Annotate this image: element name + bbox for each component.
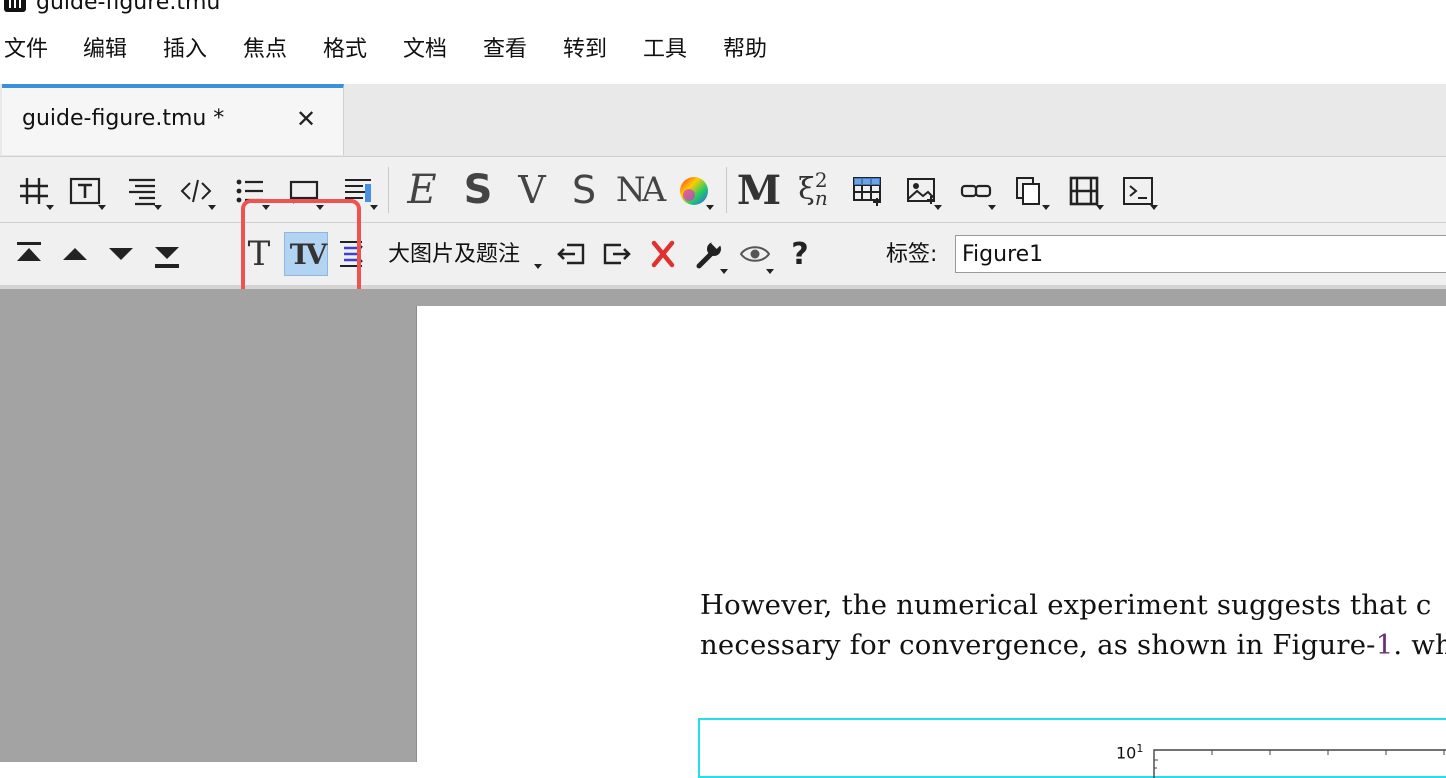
source-code-icon[interactable]	[176, 171, 216, 211]
text-T-icon[interactable]: T	[240, 233, 278, 275]
canvas-margin-top	[416, 289, 1446, 306]
M-icon[interactable]: M	[736, 167, 782, 214]
document-page[interactable]: However, the numerical experiment sugges…	[416, 306, 1446, 778]
table-icon[interactable]	[14, 171, 54, 211]
tag-input[interactable]	[955, 235, 1446, 273]
S-icon[interactable]: S	[562, 167, 606, 213]
figure-container[interactable]: 101	[698, 718, 1446, 778]
tab-document[interactable]: guide-figure.tmu * ✕	[2, 84, 344, 155]
help-icon[interactable]: ?	[782, 233, 818, 275]
color-wheel-icon[interactable]	[674, 171, 714, 211]
menu-go[interactable]: 转到	[563, 36, 607, 64]
tab-label: guide-figure.tmu *	[22, 106, 225, 131]
canvas-margin	[0, 289, 416, 762]
figure-mode-dropdown[interactable]: 大图片及题注	[388, 241, 520, 269]
line2-text: necessary for convergence, as shown in F…	[700, 629, 1376, 661]
menu-bar: 文件 编辑 插入 焦点 格式 文档 查看 转到 工具 帮助	[0, 20, 1446, 84]
figure-toolbar: T TV 大图片及题注 ? 标签:	[0, 223, 1446, 285]
plot-ytick-label: 101	[1116, 740, 1143, 762]
sans-S-icon[interactable]: S	[456, 167, 500, 213]
speech-bubble-icon[interactable]	[284, 171, 324, 211]
arrow-left-box-icon[interactable]	[552, 235, 590, 273]
menu-view[interactable]: 查看	[483, 36, 527, 64]
emphasis-E-icon[interactable]: E	[400, 167, 444, 213]
text-TV-icon[interactable]: TV	[284, 232, 328, 276]
wrench-icon[interactable]	[690, 235, 728, 274]
align-icon[interactable]	[122, 171, 162, 211]
tab-bar: guide-figure.tmu * ✕	[0, 84, 1446, 157]
menu-document[interactable]: 文档	[403, 36, 447, 64]
line2-tail: . wh	[1393, 629, 1446, 661]
app-icon	[4, 0, 26, 12]
text-stack-icon[interactable]	[332, 235, 370, 273]
terminal-icon[interactable]	[1118, 171, 1158, 211]
menu-file[interactable]: 文件	[4, 36, 48, 64]
title-bar: guide-figure.tmu	[0, 0, 1446, 20]
ytick-base: 10	[1116, 743, 1137, 763]
section-list-icon[interactable]	[338, 171, 378, 211]
close-icon[interactable]: ✕	[296, 105, 316, 133]
menu-focus[interactable]: 焦点	[243, 36, 287, 64]
list-icon[interactable]	[230, 171, 270, 211]
text-field-icon[interactable]	[66, 171, 106, 211]
tag-label: 标签:	[886, 242, 938, 267]
move-down-icon[interactable]	[102, 235, 140, 273]
figure-reference[interactable]: 1	[1376, 629, 1394, 661]
arrow-right-box-icon[interactable]	[598, 235, 636, 273]
NA-icon[interactable]: NA	[614, 167, 666, 213]
xi-sub: n	[814, 186, 828, 210]
xi-subscript-icon[interactable]: ξ2n	[790, 165, 836, 213]
V-icon[interactable]: V	[510, 167, 554, 213]
film-icon[interactable]	[1064, 171, 1104, 211]
move-bottom-icon[interactable]	[148, 235, 186, 275]
paragraph-line-1: However, the numerical experiment sugges…	[700, 589, 1432, 621]
move-up-icon[interactable]	[56, 235, 94, 273]
menu-tools[interactable]: 工具	[643, 36, 687, 64]
xi-label: ξ	[798, 171, 815, 207]
move-top-icon[interactable]	[10, 235, 48, 273]
copy-icon[interactable]	[1010, 171, 1050, 211]
paragraph-line-2: necessary for convergence, as shown in F…	[700, 628, 1446, 662]
ytick-exp: 1	[1136, 742, 1144, 755]
menu-edit[interactable]: 编辑	[83, 36, 127, 64]
menu-format[interactable]: 格式	[323, 36, 367, 64]
grid-plus-icon[interactable]	[848, 171, 888, 211]
delete-x-icon[interactable]	[644, 235, 682, 273]
main-toolbar: E S V S NA M ξ2n	[0, 157, 1446, 223]
image-plus-icon[interactable]	[902, 171, 942, 211]
menu-help[interactable]: 帮助	[723, 36, 767, 64]
menu-insert[interactable]: 插入	[163, 36, 207, 64]
plot-axes	[1153, 749, 1446, 778]
window-title: guide-figure.tmu	[36, 0, 221, 15]
link-icon[interactable]	[956, 171, 996, 211]
eye-icon[interactable]	[736, 235, 774, 274]
